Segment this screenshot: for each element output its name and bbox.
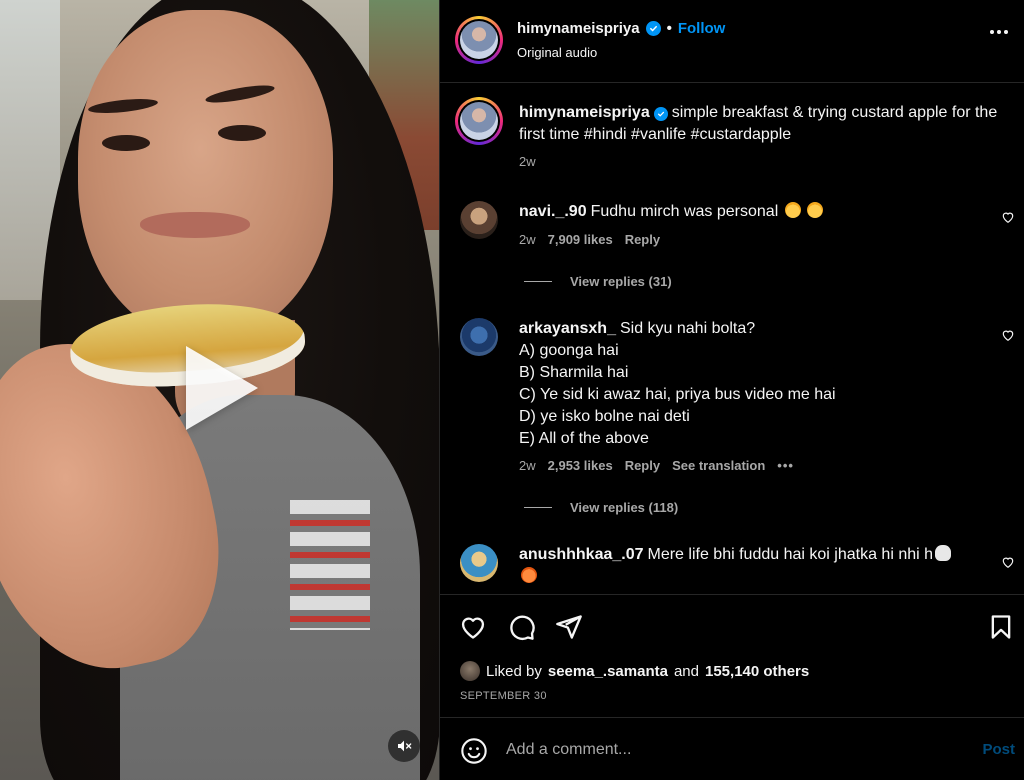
post-actions: Liked by seema_.samanta and 155,140 othe…	[440, 594, 1024, 718]
video-subject-eye	[102, 135, 150, 151]
tears-of-joy-emoji-icon	[784, 202, 801, 218]
verified-icon	[653, 107, 668, 121]
tears-of-joy-emoji-icon	[807, 202, 824, 218]
comment-meta: 2w 2,953 likes Reply See translation •••	[519, 458, 794, 473]
post-panel: himynameispriya • Follow Original audio …	[439, 0, 1024, 780]
comment-more-options-icon[interactable]: •••	[777, 458, 794, 473]
view-replies-label: View replies (118)	[570, 500, 679, 515]
video-subject-face	[78, 10, 333, 340]
caption-username[interactable]: himynameispriya	[519, 104, 650, 121]
comment-like-heart-icon[interactable]	[1001, 328, 1015, 342]
liker-username[interactable]: seema_.samanta	[548, 663, 668, 680]
comment-icon[interactable]	[508, 613, 536, 641]
share-icon[interactable]	[555, 613, 583, 641]
emoji-icon[interactable]	[460, 737, 488, 765]
caption-text: himynameispriya simple breakfast & trying…	[519, 102, 999, 146]
caption-avatar[interactable]	[455, 97, 503, 145]
comment-text-line: C) Ye sid ki awaz hai, priya bus video m…	[519, 386, 836, 403]
comment-input[interactable]	[506, 737, 956, 763]
comment-text-line: B) Sharmila hai	[519, 364, 629, 381]
skull-emoji-icon	[935, 545, 952, 561]
separator: •	[666, 20, 672, 37]
comment-like-heart-icon[interactable]	[1001, 555, 1015, 569]
comment-time: 2w	[519, 458, 536, 473]
audio-link[interactable]: Original audio	[517, 45, 597, 60]
commenter-avatar[interactable]	[460, 544, 498, 582]
author-avatar[interactable]	[455, 16, 503, 64]
view-replies-button[interactable]: View replies (31)	[524, 274, 672, 289]
heart-icon[interactable]	[459, 613, 487, 641]
post-comment-button[interactable]: Post	[982, 741, 1015, 758]
author-line: himynameispriya • Follow	[517, 20, 725, 37]
commenter-avatar[interactable]	[460, 318, 498, 356]
comment-text: Mere life bhi fuddu hai koi jhatka hi nh…	[647, 546, 934, 563]
reply-button[interactable]: Reply	[625, 232, 660, 247]
likes-count[interactable]: 155,140 others	[705, 663, 809, 680]
liker-avatar[interactable]	[460, 661, 480, 681]
hot-face-emoji-icon	[521, 567, 537, 583]
reel-video[interactable]	[0, 0, 439, 780]
view-replies-button[interactable]: View replies (118)	[524, 500, 678, 515]
comment-body: navi._.90 Fudhu mirch was personal	[519, 201, 979, 223]
comment-text-line: D) ye isko bolne nai deti	[519, 408, 690, 425]
comment-text-line: E) All of the above	[519, 430, 649, 447]
video-subject-lips	[140, 212, 250, 238]
comment-time: 2w	[519, 232, 536, 247]
commenter-username[interactable]: arkayansxh_	[519, 320, 616, 337]
comments-list[interactable]: himynameispriya simple breakfast & trying…	[440, 84, 1024, 594]
commenter-username[interactable]: anushhhkaa_.07	[519, 546, 644, 563]
liked-by: Liked by seema_.samanta and 155,140 othe…	[460, 661, 809, 681]
comment-likes[interactable]: 2,953 likes	[548, 458, 613, 473]
mute-icon	[398, 740, 412, 752]
post-caption: himynameispriya simple breakfast & trying…	[440, 84, 1024, 184]
reply-button[interactable]: Reply	[625, 458, 660, 473]
caption-time: 2w	[519, 154, 536, 169]
video-subject-eye	[218, 125, 266, 141]
comment-text: Fudhu mirch was personal	[590, 203, 779, 220]
post-date: SEPTEMBER 30	[460, 690, 547, 702]
comment-composer: Post	[440, 719, 1024, 780]
liked-by-prefix: Liked by	[486, 662, 542, 680]
see-translation-button[interactable]: See translation	[672, 458, 765, 473]
comment-likes[interactable]: 7,909 likes	[548, 232, 613, 247]
play-icon[interactable]	[186, 346, 258, 430]
more-options-icon[interactable]	[990, 30, 1008, 34]
bookmark-icon[interactable]	[987, 613, 1015, 641]
comment-body: arkayansxh_ Sid kyu nahi bolta? A) goonga…	[519, 318, 979, 450]
comment-text-line: Sid kyu nahi bolta?	[619, 320, 756, 337]
view-replies-label: View replies (31)	[570, 274, 672, 289]
author-username[interactable]: himynameispriya	[517, 20, 640, 37]
follow-button[interactable]: Follow	[678, 20, 726, 37]
commenter-avatar[interactable]	[460, 201, 498, 239]
comment-meta: 2w 7,909 likes Reply	[519, 232, 660, 247]
shirt-print	[290, 500, 370, 630]
mute-button[interactable]	[388, 730, 420, 762]
comment-body: anushhhkaa_.07 Mere life bhi fuddu hai ko…	[519, 544, 979, 588]
commenter-username[interactable]: navi._.90	[519, 203, 587, 220]
comment-like-heart-icon[interactable]	[1001, 210, 1015, 224]
comment-text-line: A) goonga hai	[519, 342, 619, 359]
liked-by-and: and	[673, 662, 699, 680]
post-header: himynameispriya • Follow Original audio	[440, 0, 1024, 83]
verified-icon	[645, 21, 661, 36]
